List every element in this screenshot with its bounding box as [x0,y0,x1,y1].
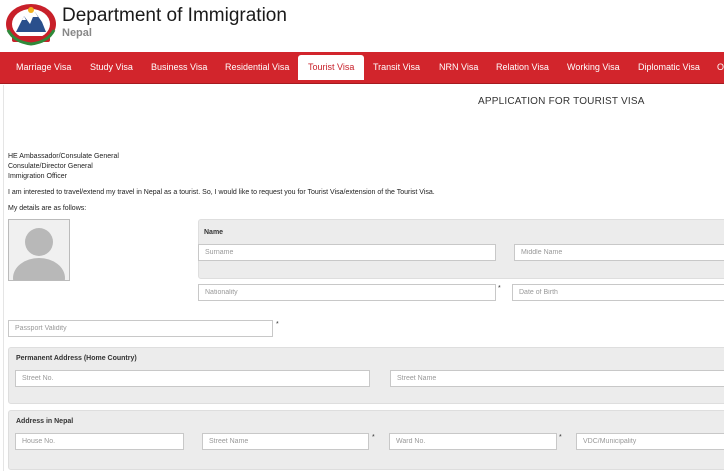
ward-no-required-mark: * [559,434,562,441]
nav-item-marriage-visa[interactable]: Marriage Visa [16,52,71,83]
nav-item-other[interactable]: O [717,52,724,83]
nepal-emblem-icon [6,4,56,46]
nav-item-transit-visa[interactable]: Transit Visa [373,52,420,83]
addressee-line-2: Consulate/Director General [8,163,93,170]
passport-validity-input[interactable] [8,320,273,337]
vdc-municipality-input[interactable] [576,433,724,450]
addressee-line-3: Immigration Officer [8,173,67,180]
middle-name-input[interactable] [514,244,724,261]
permanent-address-label: Permanent Address (Home Country) [16,355,137,362]
nav-item-working-visa[interactable]: Working Visa [567,52,620,83]
permanent-street-no-input[interactable] [15,370,370,387]
surname-input[interactable] [198,244,496,261]
ward-no-input[interactable] [389,433,557,450]
nav-item-business-visa[interactable]: Business Visa [151,52,207,83]
nationality-required-mark: * [498,285,501,292]
nepal-street-name-input[interactable] [202,433,369,450]
site-header: Department of Immigration Nepal [0,0,724,52]
date-of-birth-input[interactable] [512,284,724,301]
nav-item-study-visa[interactable]: Study Visa [90,52,133,83]
details-label: My details are as follows: [8,205,87,212]
nepal-address-label: Address in Nepal [16,418,74,425]
avatar-placeholder-icon [9,220,69,280]
addressee-line-1: HE Ambassador/Consulate General [8,153,119,160]
nav-item-diplomatic-visa[interactable]: Diplomatic Visa [638,52,700,83]
intro-text: I am interested to travel/extend my trav… [8,189,435,196]
photo-upload[interactable] [8,219,70,281]
name-section-label: Name [204,229,224,236]
nav-item-nrn-visa[interactable]: NRN Visa [439,52,478,83]
nav-item-tourist-visa[interactable]: Tourist Visa [298,55,365,80]
street-name-required-mark: * [372,434,375,441]
visa-type-nav: Marriage Visa Study Visa Business Visa R… [0,52,724,84]
house-no-input[interactable] [15,433,184,450]
site-subtitle: Nepal [62,27,92,39]
nationality-input[interactable] [198,284,496,301]
site-title: Department of Immigration [62,5,287,26]
nav-item-relation-visa[interactable]: Relation Visa [496,52,549,83]
passport-validity-required-mark: * [276,321,279,328]
nav-item-residential-visa[interactable]: Residential Visa [225,52,289,83]
form-title: APPLICATION FOR TOURIST VISA [478,96,645,107]
permanent-street-name-input[interactable] [390,370,724,387]
